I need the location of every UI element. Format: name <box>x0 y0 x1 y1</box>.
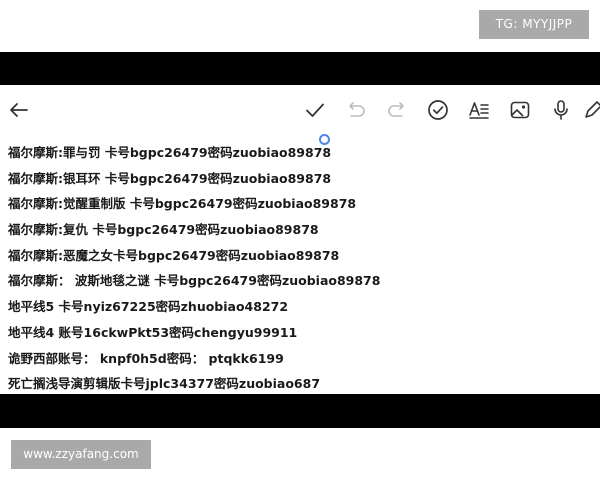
redo-icon[interactable] <box>384 97 410 123</box>
checklist-circle-icon[interactable] <box>425 97 451 123</box>
note-line: 诡野西部账号： knpf0h5d密码： ptqkk6199 <box>8 350 284 366</box>
checkmark-icon[interactable] <box>302 97 328 123</box>
note-line: 福尔摩斯:银耳环 卡号bgpc26479密码zuobiao89878 <box>8 170 332 186</box>
note-line: 地平线5 卡号nyiz67225密码zhuobiao48272 <box>8 299 289 315</box>
undo-icon[interactable] <box>343 97 369 123</box>
watermark-top: TG: MYYJJPP <box>479 10 589 39</box>
note-line: 福尔摩斯:觉醒重制版 卡号bgpc26479密码zuobiao89878 <box>8 196 357 212</box>
note-line: 福尔摩斯:恶魔之女卡号bgpc26479密码zuobiao89878 <box>8 247 340 263</box>
editor-toolbar <box>0 85 600 135</box>
note-line: 福尔摩斯： 波斯地毯之谜 卡号bgpc26479密码zuobiao89878 <box>8 273 381 289</box>
note-line: 福尔摩斯:复仇 卡号bgpc26479密码zuobiao89878 <box>8 222 319 238</box>
back-arrow-icon[interactable] <box>6 97 32 123</box>
pen-icon[interactable] <box>580 97 600 123</box>
image-icon[interactable] <box>507 97 533 123</box>
microphone-icon[interactable] <box>548 97 574 123</box>
note-line: 地平线4 账号16ckwPkt53密码chengyu99911 <box>8 324 298 340</box>
letterbox-bar-top <box>0 52 600 85</box>
letterbox-bar-bottom <box>0 394 600 428</box>
note-body[interactable]: 福尔摩斯:罪与罚 卡号bgpc26479密码zuobiao89878 福尔摩斯:… <box>8 140 588 397</box>
text-format-icon[interactable] <box>466 97 492 123</box>
note-line: 福尔摩斯:罪与罚 卡号bgpc26479密码zuobiao89878 <box>8 145 332 160</box>
watermark-bottom: www.zzyafang.com <box>11 440 151 469</box>
